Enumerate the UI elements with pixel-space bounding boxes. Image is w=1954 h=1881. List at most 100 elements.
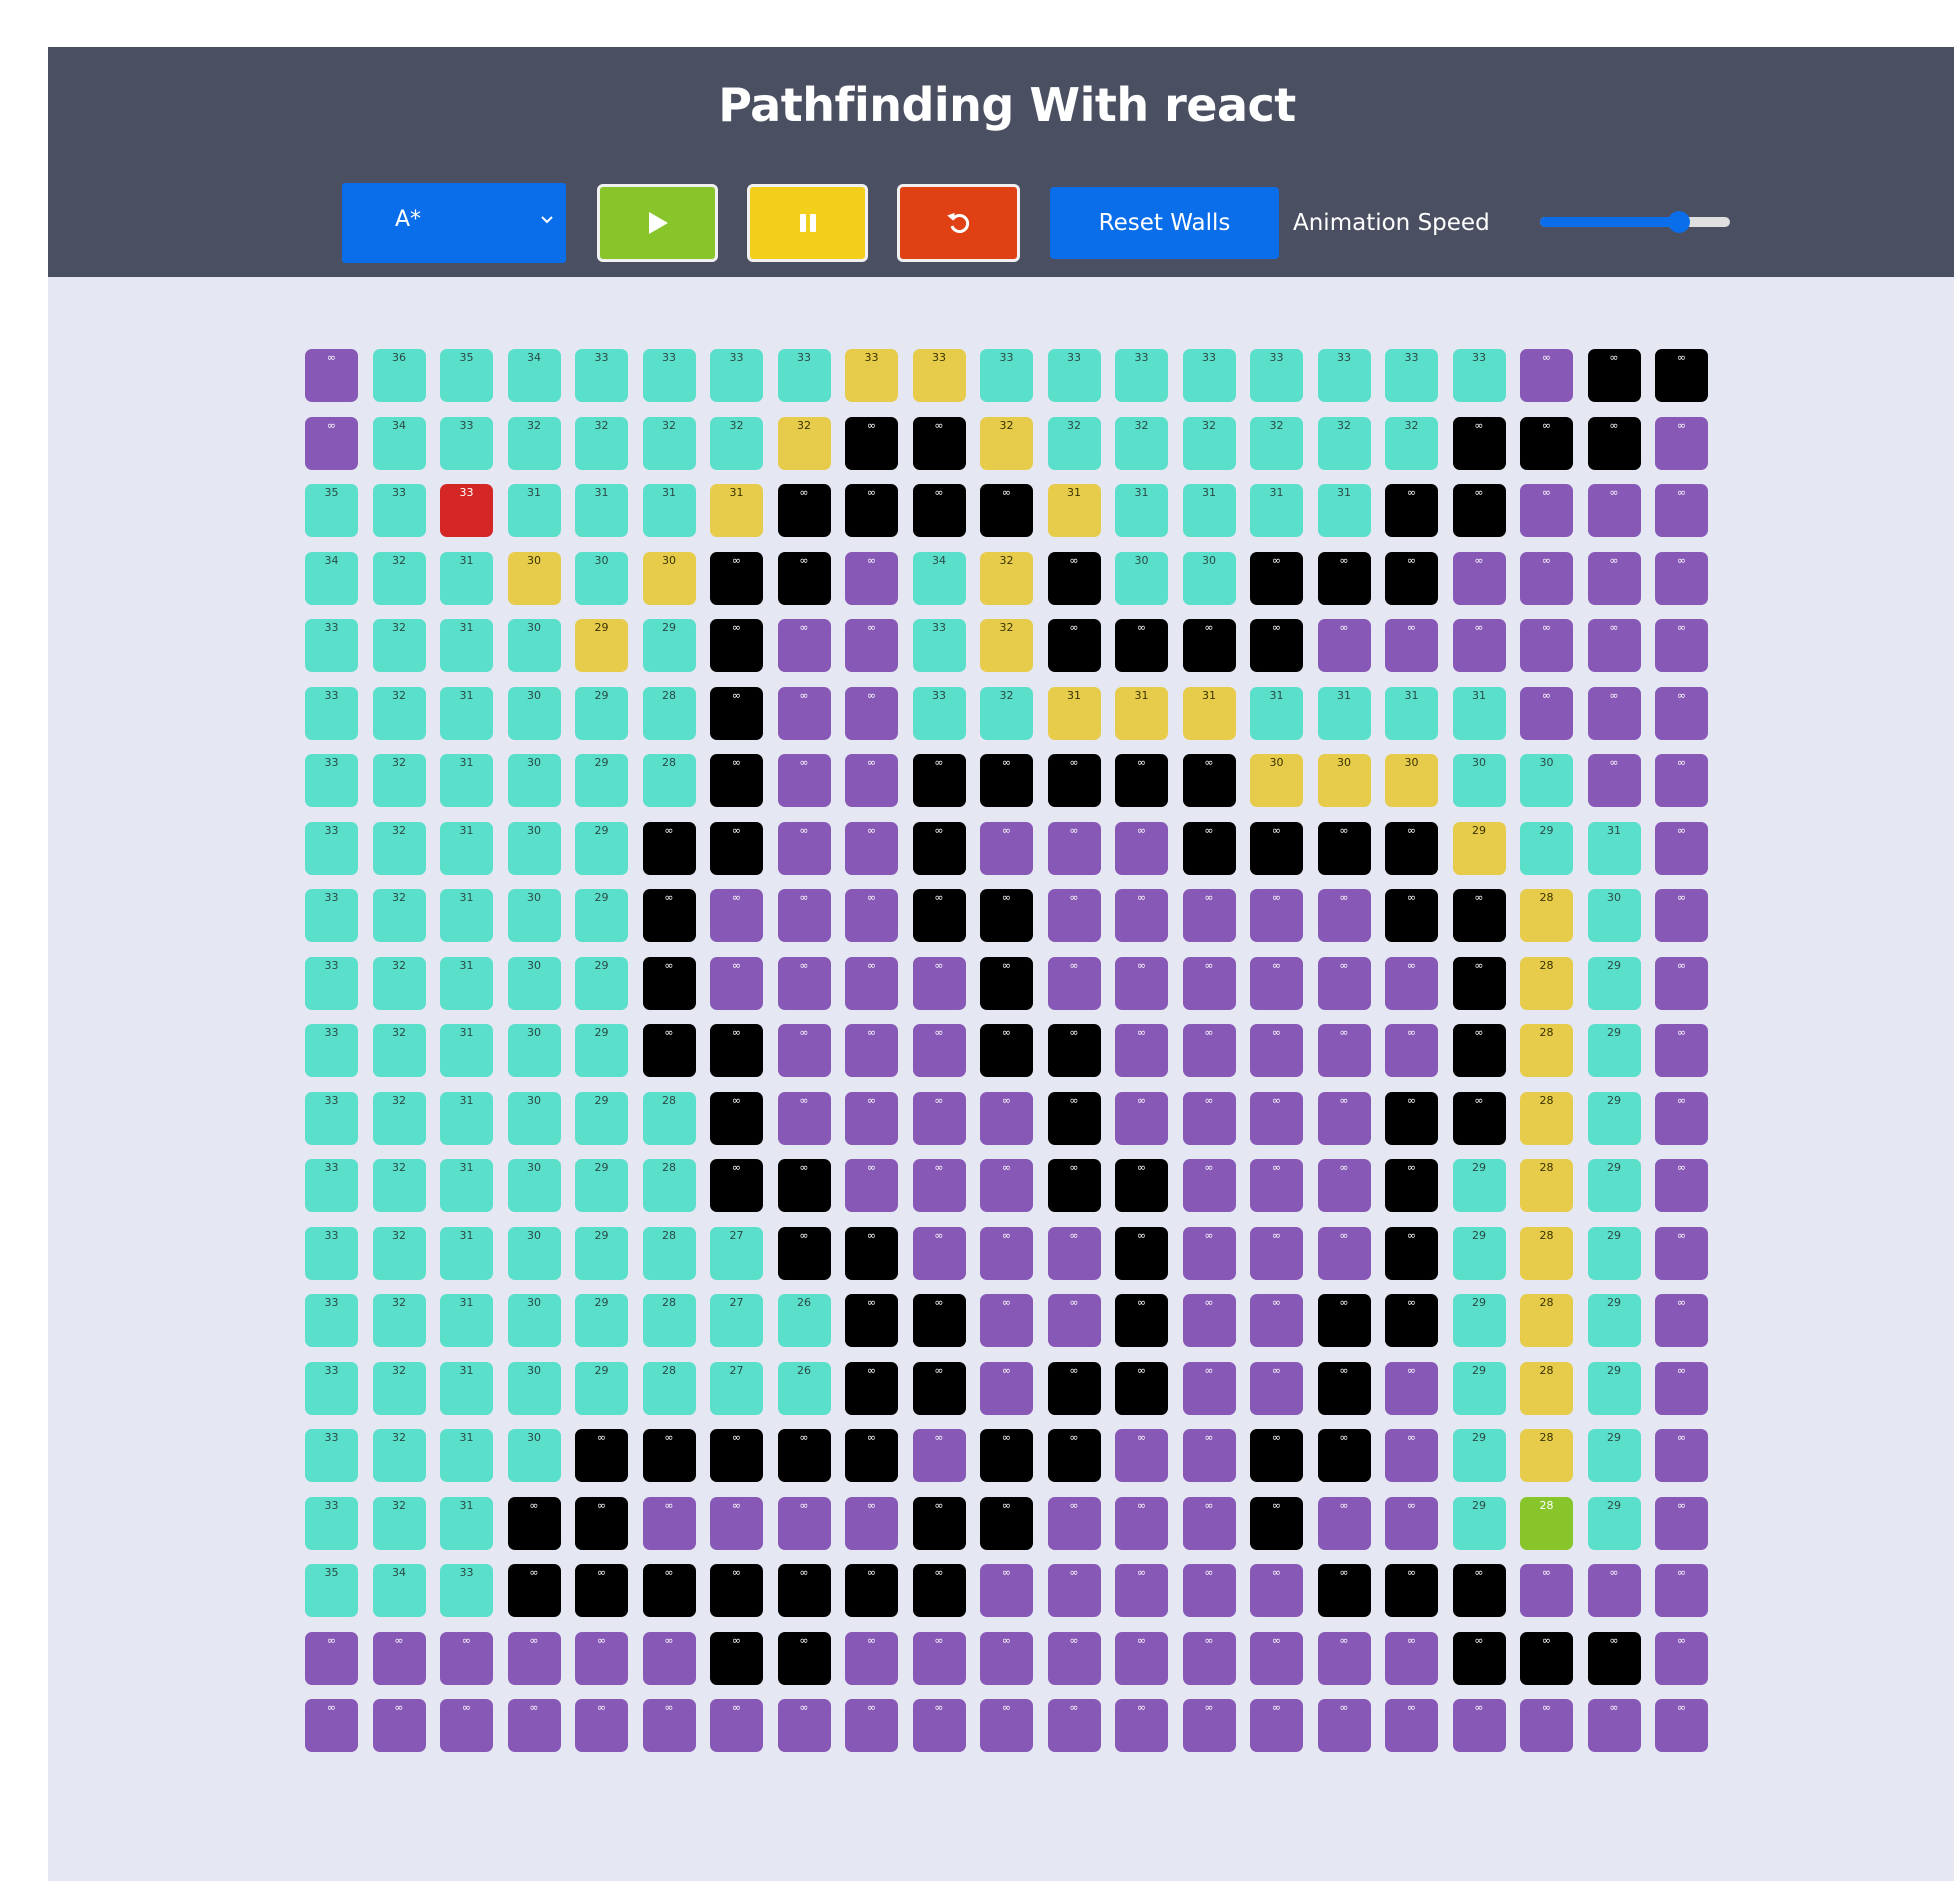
grid-cell-path[interactable]: 30 [1385, 754, 1438, 807]
grid-cell-wall[interactable]: ∞ [1250, 1429, 1303, 1482]
grid-cell-path[interactable]: 30 [1250, 754, 1303, 807]
grid-cell-visited[interactable]: 32 [372, 1294, 426, 1347]
grid-cell-unvisited[interactable]: ∞ [1385, 1631, 1438, 1685]
grid-cell-visited[interactable]: 29 [1452, 1159, 1506, 1212]
grid-cell-visited[interactable]: 33 [305, 754, 358, 807]
grid-cell-wall[interactable]: ∞ [777, 1564, 831, 1617]
grid-cell-unvisited[interactable]: ∞ [980, 1699, 1033, 1752]
grid-cell-visited[interactable]: 29 [1452, 1429, 1506, 1482]
grid-cell-unvisited[interactable]: ∞ [642, 1631, 696, 1685]
grid-cell-unvisited[interactable]: ∞ [912, 1024, 966, 1077]
grid-cell-unvisited[interactable]: ∞ [1655, 889, 1708, 942]
grid-cell-wall[interactable]: ∞ [845, 1294, 898, 1347]
grid-cell-unvisited[interactable]: ∞ [1182, 1226, 1236, 1280]
grid-cell-visited[interactable]: 32 [372, 551, 426, 605]
grid-cell-visited[interactable]: 33 [1317, 349, 1371, 402]
grid-cell-visited[interactable]: 32 [372, 686, 426, 740]
grid-cell-visited[interactable]: 33 [305, 1496, 358, 1550]
grid-cell-visited[interactable]: 29 [1452, 1294, 1506, 1347]
grid-cell-path[interactable]: 30 [507, 551, 561, 605]
grid-cell-unvisited[interactable]: ∞ [1655, 619, 1708, 672]
grid-cell-wall[interactable]: ∞ [1047, 551, 1101, 605]
grid-cell-wall[interactable]: ∞ [1452, 889, 1506, 942]
grid-cell-wall[interactable]: ∞ [642, 1429, 696, 1482]
grid-cell-visited[interactable]: 30 [507, 1024, 561, 1077]
grid-cell-unvisited[interactable]: ∞ [1317, 1496, 1371, 1550]
grid-cell-unvisited[interactable]: ∞ [1520, 1564, 1573, 1617]
grid-cell-unvisited[interactable]: ∞ [710, 1496, 763, 1550]
grid-cell-path[interactable]: 28 [1520, 1226, 1573, 1280]
grid-cell-unvisited[interactable]: ∞ [1317, 1159, 1371, 1212]
grid-cell-unvisited[interactable]: ∞ [305, 349, 358, 402]
grid-cell-unvisited[interactable]: ∞ [1115, 1496, 1168, 1550]
grid-cell-unvisited[interactable]: ∞ [575, 1699, 628, 1752]
grid-cell-visited[interactable]: 33 [912, 686, 966, 740]
grid-cell-visited[interactable]: 32 [1385, 416, 1438, 470]
grid-cell-unvisited[interactable]: ∞ [845, 686, 898, 740]
grid-cell-wall[interactable]: ∞ [1250, 551, 1303, 605]
grid-cell-unvisited[interactable]: ∞ [1115, 1429, 1168, 1482]
grid-cell-wall[interactable]: ∞ [1452, 1091, 1506, 1145]
grid-cell-wall[interactable]: ∞ [1047, 754, 1101, 807]
grid-cell-visited[interactable]: 31 [1587, 821, 1641, 875]
grid-cell-unvisited[interactable]: ∞ [1047, 1699, 1101, 1752]
grid-cell-unvisited[interactable]: ∞ [1047, 821, 1101, 875]
grid-cell-visited[interactable]: 33 [305, 1159, 358, 1212]
grid-cell-wall[interactable]: ∞ [845, 1361, 898, 1415]
grid-cell-visited[interactable]: 30 [507, 1361, 561, 1415]
grid-cell-unvisited[interactable]: ∞ [1182, 889, 1236, 942]
grid-cell-wall[interactable]: ∞ [710, 1159, 763, 1212]
grid-cell-visited[interactable]: 31 [440, 956, 493, 1010]
grid-cell-visited[interactable]: 35 [305, 1564, 358, 1617]
grid-cell-visited[interactable]: 33 [305, 956, 358, 1010]
grid-cell-wall[interactable]: ∞ [980, 889, 1033, 942]
grid-cell-wall[interactable]: ∞ [1047, 1091, 1101, 1145]
grid-cell-wall[interactable]: ∞ [710, 1564, 763, 1617]
grid-cell-unvisited[interactable]: ∞ [1115, 821, 1168, 875]
grid-cell-visited[interactable]: 30 [507, 686, 561, 740]
grid-cell-visited[interactable]: 32 [372, 754, 426, 807]
grid-cell-unvisited[interactable]: ∞ [980, 1159, 1033, 1212]
grid-cell-visited[interactable]: 30 [1520, 754, 1573, 807]
grid-cell-wall[interactable]: ∞ [845, 1564, 898, 1617]
grid-cell-wall[interactable]: ∞ [777, 1631, 831, 1685]
grid-cell-unvisited[interactable]: ∞ [1655, 1361, 1708, 1415]
grid-cell-visited[interactable]: 31 [440, 889, 493, 942]
grid-cell-wall[interactable]: ∞ [642, 821, 696, 875]
grid-cell-wall[interactable]: ∞ [710, 1429, 763, 1482]
grid-cell-wall[interactable]: ∞ [710, 686, 763, 740]
grid-cell-visited[interactable]: 33 [912, 619, 966, 672]
grid-cell-wall[interactable]: ∞ [912, 416, 966, 470]
grid-cell-wall[interactable]: ∞ [575, 1429, 628, 1482]
grid-cell-visited[interactable]: 34 [912, 551, 966, 605]
grid-cell-unvisited[interactable]: ∞ [1385, 1429, 1438, 1482]
grid-cell-visited[interactable]: 31 [1317, 484, 1371, 537]
grid-cell-wall[interactable]: ∞ [912, 1361, 966, 1415]
grid-cell-wall[interactable]: ∞ [1452, 416, 1506, 470]
grid-cell-unvisited[interactable]: ∞ [1520, 686, 1573, 740]
grid-cell-unvisited[interactable]: ∞ [845, 821, 898, 875]
grid-cell-wall[interactable]: ∞ [912, 889, 966, 942]
grid-cell-unvisited[interactable]: ∞ [1655, 1091, 1708, 1145]
grid-cell-wall[interactable]: ∞ [1587, 349, 1641, 402]
grid-cell-wall[interactable]: ∞ [710, 551, 763, 605]
grid-cell-unvisited[interactable]: ∞ [1655, 1024, 1708, 1077]
grid-cell-visited[interactable]: 31 [440, 1024, 493, 1077]
grid-cell-unvisited[interactable]: ∞ [1317, 1699, 1371, 1752]
grid-cell-wall[interactable]: ∞ [710, 1631, 763, 1685]
grid-cell-wall[interactable]: ∞ [845, 1226, 898, 1280]
grid-cell-unvisited[interactable]: ∞ [1385, 619, 1438, 672]
grid-cell-visited[interactable]: 32 [980, 686, 1033, 740]
grid-cell-visited[interactable]: 35 [440, 349, 493, 402]
grid-cell-unvisited[interactable]: ∞ [1655, 686, 1708, 740]
grid-cell-visited[interactable]: 31 [440, 1091, 493, 1145]
grid-cell-wall[interactable]: ∞ [710, 619, 763, 672]
grid-cell-path[interactable]: 28 [1520, 1429, 1573, 1482]
grid-cell-visited[interactable]: 33 [1385, 349, 1438, 402]
grid-cell-wall[interactable]: ∞ [980, 956, 1033, 1010]
grid-cell-wall[interactable]: ∞ [1385, 1294, 1438, 1347]
grid-cell-unvisited[interactable]: ∞ [1385, 1361, 1438, 1415]
grid-cell-wall[interactable]: ∞ [575, 1564, 628, 1617]
grid-cell-unvisited[interactable]: ∞ [1115, 1091, 1168, 1145]
grid-cell-wall[interactable]: ∞ [1452, 1024, 1506, 1077]
